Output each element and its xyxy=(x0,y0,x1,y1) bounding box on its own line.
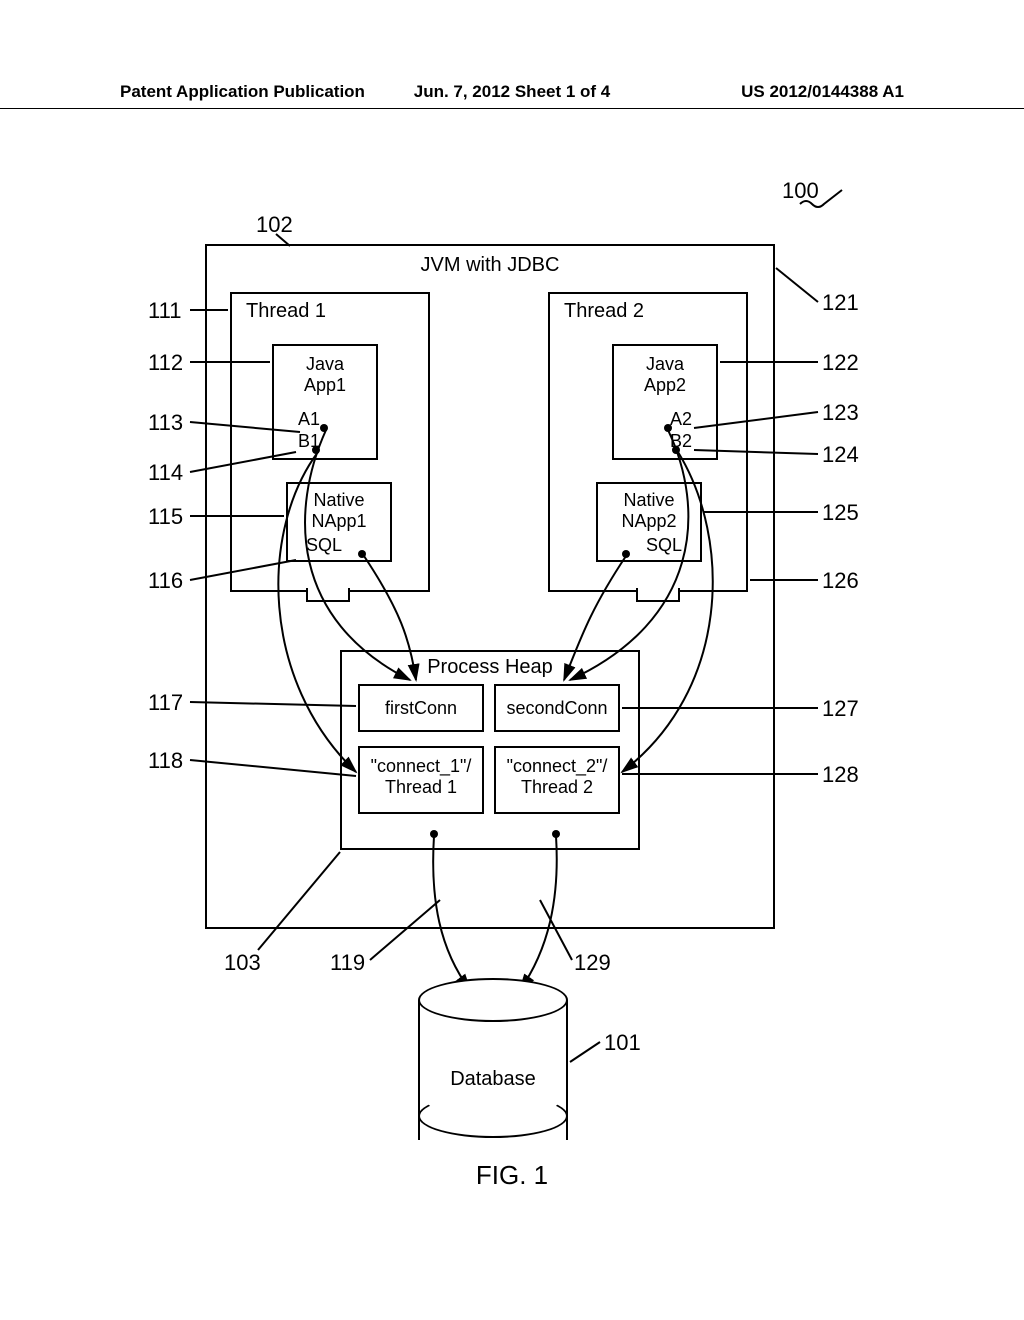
native-app2-label: Native NApp2 xyxy=(598,490,700,532)
ref-125: 125 xyxy=(822,500,859,526)
ref-128: 128 xyxy=(822,762,859,788)
conn1-dot xyxy=(430,830,438,838)
ref-123: 123 xyxy=(822,400,859,426)
figure-number: FIG. 1 xyxy=(476,1160,548,1191)
java-app2-box: Java App2 A2 B2 xyxy=(612,344,718,460)
sql2-label: SQL xyxy=(646,535,682,556)
ref-122: 122 xyxy=(822,350,859,376)
a1-dot xyxy=(320,424,328,432)
sql2-dot xyxy=(622,550,630,558)
ref-116: 116 xyxy=(148,568,183,594)
header-center: Jun. 7, 2012 Sheet 1 of 4 xyxy=(414,82,611,102)
b1-dot xyxy=(312,446,320,454)
sql1-label: SQL xyxy=(306,535,342,556)
sql1-dot xyxy=(358,550,366,558)
thread-2-title: Thread 2 xyxy=(564,300,746,323)
ref-102: 102 xyxy=(256,212,293,238)
ref-100: 100 xyxy=(782,178,819,204)
ref-115: 115 xyxy=(148,504,183,530)
connect-2-box: "connect_2"/ Thread 2 xyxy=(494,746,620,814)
ref-118: 118 xyxy=(148,748,183,774)
header-left: Patent Application Publication xyxy=(120,82,365,102)
thread1-notch xyxy=(306,588,350,602)
thread2-notch xyxy=(636,588,680,602)
ref-126: 126 xyxy=(822,568,859,594)
second-conn-box: secondConn xyxy=(494,684,620,732)
ref-112: 112 xyxy=(148,350,183,376)
database-label: Database xyxy=(418,1068,568,1091)
native-app1-label: Native NApp1 xyxy=(288,490,390,532)
ref-127: 127 xyxy=(822,696,859,722)
ref-124: 124 xyxy=(822,442,859,468)
ref-114: 114 xyxy=(148,460,183,486)
process-heap-title: Process Heap xyxy=(342,656,638,679)
java-app2-label: Java App2 xyxy=(614,354,716,396)
second-conn-label: secondConn xyxy=(496,698,618,719)
first-conn-label: firstConn xyxy=(360,698,482,719)
native-app1-box: Native NApp1 SQL xyxy=(286,482,392,562)
a2-dot xyxy=(664,424,672,432)
jvm-title: JVM with JDBC xyxy=(207,254,773,277)
ref-103: 103 xyxy=(224,950,261,976)
database-cylinder: Database xyxy=(418,978,568,1138)
thread-1-title: Thread 1 xyxy=(246,300,428,323)
page-header: Patent Application Publication Jun. 7, 2… xyxy=(0,82,1024,109)
ref-101: 101 xyxy=(604,1030,641,1056)
java-app1-label: Java App1 xyxy=(274,354,376,396)
conn2-dot xyxy=(552,830,560,838)
ref-129: 129 xyxy=(574,950,611,976)
ref-117: 117 xyxy=(148,690,183,716)
native-app2-box: Native NApp2 SQL xyxy=(596,482,702,562)
ref-119: 119 xyxy=(330,950,365,976)
connect-1-label: "connect_1"/ Thread 1 xyxy=(360,756,482,798)
figure-1-diagram: JVM with JDBC Thread 1 Java App1 A1 B1 N… xyxy=(0,180,1024,1280)
first-conn-box: firstConn xyxy=(358,684,484,732)
header-right: US 2012/0144388 A1 xyxy=(741,82,904,102)
b2-dot xyxy=(672,446,680,454)
ref-113: 113 xyxy=(148,410,183,436)
connect-1-box: "connect_1"/ Thread 1 xyxy=(358,746,484,814)
a1-label: A1 xyxy=(298,409,320,430)
connect-2-label: "connect_2"/ Thread 2 xyxy=(496,756,618,798)
java-app1-box: Java App1 A1 B1 xyxy=(272,344,378,460)
ref-121: 121 xyxy=(822,290,859,316)
a2-label: A2 xyxy=(670,409,692,430)
ref-111: 111 xyxy=(148,298,181,324)
